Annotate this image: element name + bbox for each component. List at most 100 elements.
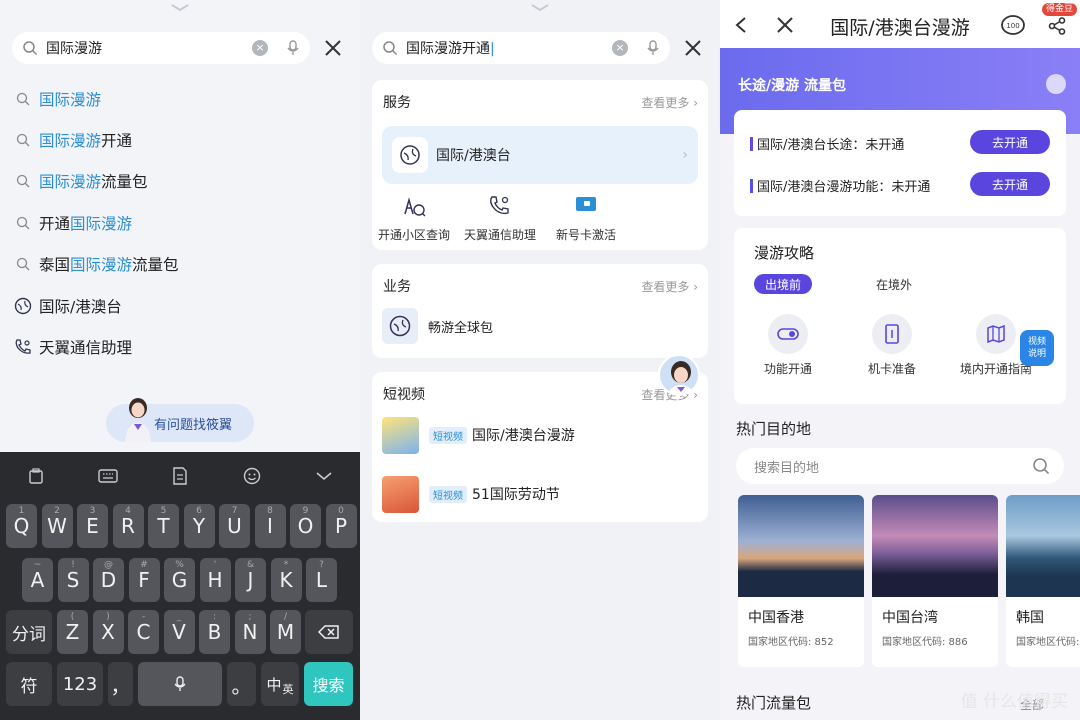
close-icon[interactable]	[682, 37, 704, 59]
video-item[interactable]: 短视频 国际/港澳台漫游	[382, 416, 575, 454]
search-value: 国际漫游开通|	[406, 41, 495, 57]
suggestion-item[interactable]: 泰国 国际漫游 流量包	[14, 249, 179, 279]
destination-search-input[interactable]: 搜索目的地	[736, 448, 1064, 484]
status-card: 国际/港澳台长途：未开通 去开通 国际/港澳台漫游功能：未开通 去开通	[734, 110, 1066, 216]
close-icon[interactable]	[322, 37, 344, 59]
key-e[interactable]: 3E	[77, 504, 108, 548]
backspace-key[interactable]	[305, 610, 353, 654]
suggestion-item[interactable]: 国际漫游 开通	[14, 125, 132, 155]
service-assistant[interactable]: 天翼通信助理	[460, 194, 540, 243]
sim-icon	[872, 314, 912, 354]
view-more-link[interactable]: 查看更多 ›	[641, 94, 698, 111]
search-icon	[14, 214, 32, 232]
search-icon	[383, 41, 398, 56]
key-split[interactable]: 分词	[6, 610, 52, 654]
document-icon[interactable]	[169, 465, 191, 487]
service-cell-query[interactable]: 开通小区查询	[374, 194, 454, 243]
globe-icon	[382, 308, 418, 344]
share-icon[interactable]	[1048, 17, 1066, 35]
globe-icon	[392, 137, 428, 173]
key-s[interactable]: ! S	[57, 558, 89, 602]
suggestion-item[interactable]: 开通 国际漫游	[14, 208, 132, 238]
phone-user-icon	[14, 338, 32, 356]
key-k[interactable]: * K	[270, 558, 302, 602]
mic-icon[interactable]	[286, 40, 300, 56]
clipboard-icon[interactable]	[25, 465, 47, 487]
sim-card-icon	[546, 194, 626, 220]
search-input[interactable]: 国际漫游 ×	[12, 32, 310, 64]
key-y[interactable]: 6Y	[183, 504, 215, 548]
emoji-icon[interactable]	[241, 465, 263, 487]
key-t[interactable]: 5T	[148, 504, 179, 548]
key-u[interactable]: 7U	[219, 504, 250, 548]
key-l[interactable]: ? L	[306, 558, 337, 602]
pull-down-handle[interactable]	[530, 4, 550, 12]
keyboard: 1 Q 2 W 3 E 4 R 5 T 6 Y 7 U 8 I 9 O 0 P ~ A! S @ D # F% G ' H & J * K? L 分词…	[0, 452, 360, 720]
user-avatar[interactable]	[1046, 74, 1066, 94]
video-item[interactable]: 短视频 51国际劳动节	[382, 475, 560, 513]
key-comma[interactable]: ，	[108, 662, 133, 706]
key-v[interactable]: _ V	[163, 610, 195, 654]
keyboard-layout-icon[interactable]	[97, 465, 119, 487]
space-key[interactable]	[138, 662, 222, 706]
key-f[interactable]: # F	[128, 558, 160, 602]
mic-icon[interactable]	[646, 40, 660, 56]
service-item-roaming[interactable]: 国际/港澳台	[14, 291, 122, 321]
key-b[interactable]: :B	[199, 610, 230, 654]
search-input[interactable]: 国际漫游开通| ×	[372, 32, 670, 64]
chevron-down-icon[interactable]	[313, 465, 335, 487]
video-thumbnail	[382, 416, 419, 454]
service-roaming-button[interactable]: 国际/港澳台 ›	[382, 126, 698, 184]
key-a[interactable]: ~ A	[22, 558, 53, 602]
service-sim-activation[interactable]: 新号卡激活	[546, 194, 626, 243]
view-more-link[interactable]: 查看更多 ›	[641, 278, 698, 295]
search-key[interactable]: 搜索	[304, 662, 353, 706]
svg-text:100: 100	[1006, 22, 1019, 30]
pull-down-handle[interactable]	[170, 4, 190, 12]
key-language[interactable]: 中英	[261, 662, 299, 706]
key-n[interactable]: ; N	[234, 610, 266, 654]
tab-abroad[interactable]: 在境外	[876, 276, 912, 293]
key-d[interactable]: @ D	[93, 558, 124, 602]
clear-icon[interactable]: ×	[252, 40, 268, 56]
destination-card[interactable]: 中国台湾 国家地区代码: 886	[872, 495, 998, 667]
key-h[interactable]: ' H	[199, 558, 231, 602]
guide-activation[interactable]: 功能开通	[742, 314, 834, 377]
tab-before-departure[interactable]: 出境前	[754, 274, 812, 294]
key-m[interactable]: / M	[270, 610, 301, 654]
key-z[interactable]: (Z	[57, 610, 88, 654]
search-icon	[14, 90, 32, 108]
key-i[interactable]: 8I	[254, 504, 286, 548]
activate-longdistance-button[interactable]: 去开通	[970, 130, 1050, 154]
key-x[interactable]: ) X	[92, 610, 124, 654]
key-o[interactable]: 9O	[290, 504, 321, 548]
key-123[interactable]: 123	[57, 662, 103, 706]
business-item[interactable]: 畅游全球包	[382, 308, 493, 344]
activate-roaming-button[interactable]: 去开通	[970, 172, 1050, 196]
suggestion-item[interactable]: 国际漫游	[14, 84, 101, 114]
key-period[interactable]: 。	[227, 662, 256, 706]
clear-icon[interactable]: ×	[612, 40, 628, 56]
service-item-assistant[interactable]: 天翼通信助理	[14, 332, 132, 362]
destination-card[interactable]: 韩国 国家地区代码: 82	[1006, 495, 1080, 667]
key-c[interactable]: -C	[128, 610, 159, 654]
key-q[interactable]: 1Q	[6, 504, 37, 548]
key-symbol[interactable]: 符	[6, 662, 52, 706]
search-icon	[1033, 458, 1050, 475]
destination-card[interactable]: 中国香港 国家地区代码: 852	[738, 495, 864, 667]
ask-assistant-button[interactable]: 有问题找筱翼	[106, 398, 254, 442]
assistant-float-avatar[interactable]	[658, 354, 700, 396]
guide-sim-prep[interactable]: 机卡准备	[846, 314, 938, 377]
section-title: 业务	[383, 279, 411, 295]
key-w[interactable]: 2W	[41, 504, 73, 548]
coin-icon[interactable]: 100	[1000, 13, 1026, 37]
key-j[interactable]: & J	[235, 558, 266, 602]
key-p[interactable]: 0P	[325, 504, 357, 548]
key-r[interactable]: 4R	[112, 504, 144, 548]
suggestion-item[interactable]: 国际漫游 流量包	[14, 166, 148, 196]
key-g[interactable]: % G	[164, 558, 195, 602]
section-title: 短视频	[383, 387, 425, 403]
video-guide-badge[interactable]: 视频 说明	[1020, 330, 1054, 366]
search-value: 国际漫游	[46, 41, 102, 57]
assistant-avatar	[125, 398, 151, 442]
